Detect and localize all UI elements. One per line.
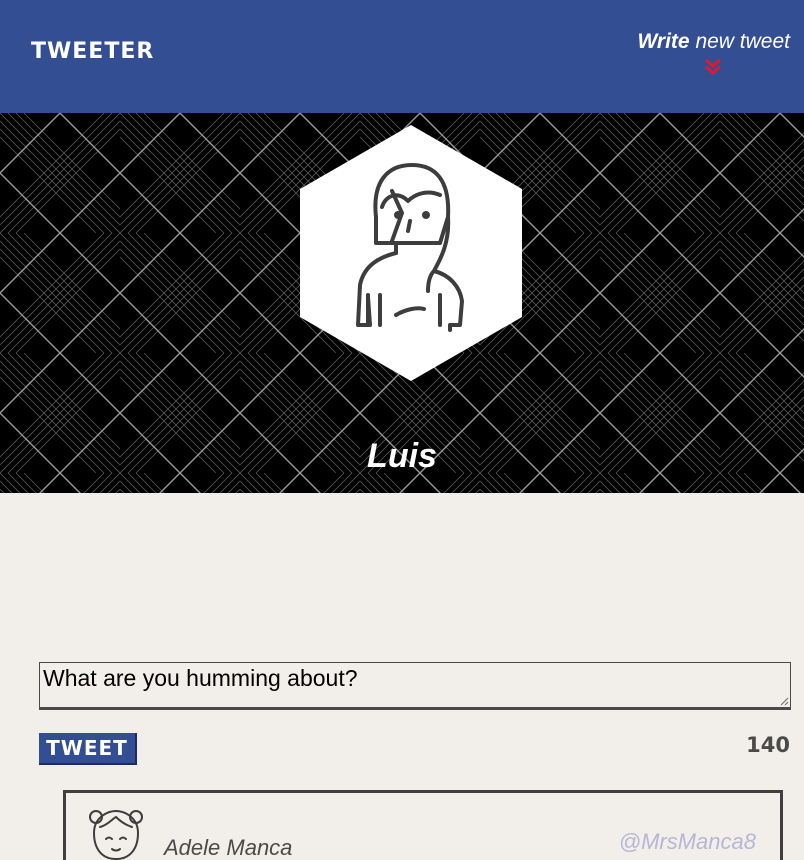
female-avatar-icon — [89, 809, 143, 860]
tweet-button[interactable]: TWEET — [39, 733, 137, 765]
resize-grip-icon[interactable] — [779, 696, 789, 706]
top-nav: TWEETER Write new tweet — [0, 0, 804, 113]
tweet-author-name: Adele Manca — [164, 835, 293, 860]
tweet-composer — [39, 662, 791, 710]
tweet-input[interactable] — [40, 663, 790, 707]
tweet-card: Adele Manca @MrsManca8 — [63, 790, 783, 860]
profile-name: Luis — [367, 437, 437, 475]
tweet-author-handle[interactable]: @MrsManca8 — [619, 829, 756, 855]
character-counter: 140 — [746, 733, 790, 757]
double-chevron-down-icon[interactable] — [704, 58, 722, 76]
write-new-tweet-link[interactable]: Write new tweet — [637, 30, 790, 75]
brand-logo[interactable]: TWEETER — [31, 39, 154, 64]
write-new-tweet-label: Write new tweet — [637, 30, 790, 53]
profile-header: Luis — [0, 113, 804, 493]
profile-avatar — [300, 125, 522, 381]
